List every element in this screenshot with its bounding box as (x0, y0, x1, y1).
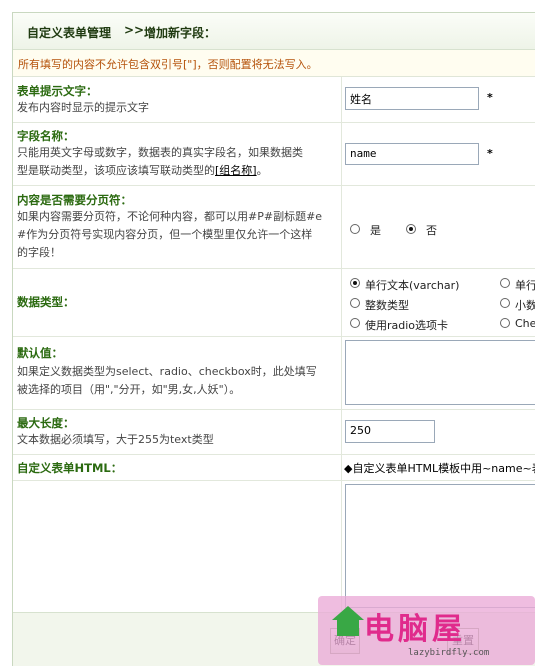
default-value-label: 默认值： (17, 346, 63, 360)
field-name-desc-line1: 只能用英文字母或数字，数据表的真实字段名，如果数据类 (17, 146, 303, 159)
custom-html-textarea[interactable] (345, 484, 535, 608)
max-length-desc: 文本数据必须填写，大于255为text类型 (17, 433, 214, 446)
data-type-label: 数据类型： (17, 295, 75, 309)
max-length-input[interactable]: 250 (345, 420, 435, 443)
type-checkbox-label: Chec (515, 317, 535, 330)
field-name-desc-line2: 型是联动类型，该项应该填写联动类型的[组名称]。 (17, 164, 268, 177)
watermark-url: lazybirdfly.com (408, 648, 490, 658)
row-paging: 内容是否需要分页符： 如果内容需要分页符，不论何种内容，都可以用#P#副标题#e… (13, 186, 535, 269)
watermark-logo: 电脑屋 lazybirdfly.com (318, 596, 535, 665)
type-varchar-radio[interactable] (350, 278, 360, 288)
row-custom-html: 自定义表单HTML： ◆自定义表单HTML模板中用~name~表 (13, 455, 535, 481)
row-max-length: 最大长度： 文本数据必须填写，大于255为text类型 250 (13, 410, 535, 455)
row-custom-html-body (13, 481, 535, 611)
type-float-label: 小数 (515, 299, 535, 312)
notice-bar: 所有填写的内容不允许包含双引号["]，否则配置将无法写入。 (13, 50, 535, 77)
watermark-brand: 电脑屋 (364, 612, 466, 647)
house-icon (332, 606, 364, 620)
type-checkbox-radio[interactable] (500, 318, 510, 328)
section-title: 自定义表单管理 (27, 26, 112, 40)
type-single-radio[interactable] (500, 278, 510, 288)
prompt-text-label: 表单提示文字： (17, 84, 98, 98)
type-single-label: 单行 (515, 279, 535, 292)
custom-html-hint: ◆自定义表单HTML模板中用~name~表 (344, 462, 535, 475)
prompt-text-desc: 发布内容时显示的提示文字 (17, 101, 149, 114)
field-name-label: 字段名称： (17, 129, 75, 143)
paging-yes-radio[interactable] (350, 224, 360, 234)
row-data-type: 数据类型： 单行文本(varchar) 单行 整数类型 小数 使用radio选项… (13, 269, 535, 337)
type-radio-label: 使用radio选项卡 (365, 319, 449, 332)
required-mark: * (487, 147, 493, 160)
custom-html-label: 自定义表单HTML： (17, 461, 123, 475)
field-name-input[interactable]: name (345, 143, 479, 165)
group-name-link[interactable]: [组名称] (215, 164, 257, 177)
type-float-radio[interactable] (500, 298, 510, 308)
paging-yes-label: 是 (370, 224, 381, 237)
default-value-textarea[interactable] (345, 340, 535, 405)
field-name-desc: 只能用英文字母或数字，数据表的真实字段名，如果数据类 型是联动类型，该项应该填写… (17, 144, 337, 180)
type-radio-radio[interactable] (350, 318, 360, 328)
paging-no-label: 否 (426, 224, 437, 237)
type-varchar-label: 单行文本(varchar) (365, 279, 460, 292)
prompt-text-input[interactable]: 姓名 (345, 87, 479, 110)
type-int-radio[interactable] (350, 298, 360, 308)
notice-text: 所有填写的内容不允许包含双引号["]，否则配置将无法写入。 (18, 58, 318, 71)
row-field-name: 字段名称： 只能用英文字母或数字，数据表的真实字段名，如果数据类 型是联动类型，… (13, 123, 535, 186)
max-length-label: 最大长度： (17, 416, 75, 430)
row-prompt-text: 表单提示文字： 发布内容时显示的提示文字 姓名 * (13, 77, 535, 123)
required-mark: * (487, 91, 493, 104)
breadcrumb-separator: >> (124, 23, 145, 37)
paging-desc: 如果内容需要分页符，不论何种内容，都可以用#P#副标题#e #作为分页符号实现内… (17, 210, 323, 259)
type-int-label: 整数类型 (365, 299, 409, 312)
paging-no-radio[interactable] (406, 224, 416, 234)
row-default-value: 默认值： 如果定义数据类型为select、radio、checkbox时，此处填… (13, 337, 535, 410)
title-bar: 自定义表单管理 >> 增加新字段： (13, 13, 535, 50)
page-title: 增加新字段： (144, 26, 217, 40)
default-value-desc: 如果定义数据类型为select、radio、checkbox时，此处填写 被选择… (17, 365, 317, 396)
paging-label: 内容是否需要分页符： (17, 193, 132, 207)
